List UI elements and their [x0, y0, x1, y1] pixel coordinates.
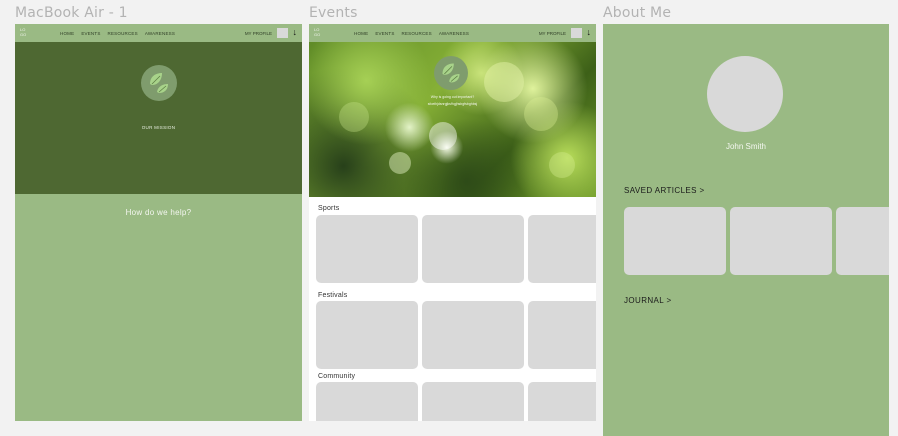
article-card[interactable]: [836, 207, 889, 275]
journal-link[interactable]: JOURNAL >: [624, 296, 672, 305]
nav-bar: LO GO HOME EVENTS RESOURCES AWARENESS MY…: [15, 24, 302, 42]
article-card[interactable]: [624, 207, 726, 275]
article-card[interactable]: [730, 207, 832, 275]
events-frame: LO GO HOME EVENTS RESOURCES AWARENESS MY…: [309, 24, 596, 421]
nav-links: HOME EVENTS RESOURCES AWARENESS: [354, 31, 469, 36]
event-card[interactable]: [528, 215, 596, 283]
nav-awareness[interactable]: AWARENESS: [439, 31, 469, 36]
logo[interactable]: LO GO: [314, 27, 324, 37]
logo[interactable]: LO GO: [20, 27, 30, 37]
my-profile-link[interactable]: MY PROFILE: [539, 31, 566, 36]
event-card[interactable]: [528, 382, 596, 421]
about-frame: John Smith SAVED ARTICLES > JOURNAL >: [603, 24, 889, 436]
nav-awareness[interactable]: AWARENESS: [145, 31, 175, 36]
nav-resources[interactable]: RESOURCES: [402, 31, 432, 36]
event-card[interactable]: [316, 215, 418, 283]
help-heading: How do we help?: [125, 208, 192, 217]
nav-home[interactable]: HOME: [354, 31, 368, 36]
down-arrow-icon[interactable]: ↓: [587, 27, 592, 37]
mission-hero: OUR MISSION: [15, 42, 302, 194]
nav-links: HOME EVENTS RESOURCES AWARENESS: [60, 31, 175, 36]
event-card[interactable]: [528, 301, 596, 369]
mission-label[interactable]: OUR MISSION: [15, 125, 302, 130]
profile-avatar[interactable]: [571, 28, 582, 38]
my-profile-link[interactable]: MY PROFILE: [245, 31, 272, 36]
event-card[interactable]: [422, 301, 524, 369]
leaf-logo-icon: [434, 56, 468, 90]
hero-body: sfoeihjdsnrgjksfhgjhsbgfsbghbsj: [427, 102, 478, 106]
nav-home[interactable]: HOME: [60, 31, 74, 36]
home-frame: LO GO HOME EVENTS RESOURCES AWARENESS MY…: [15, 24, 302, 421]
section-festivals: Festivals: [318, 292, 348, 299]
section-community: Community: [318, 373, 356, 380]
event-card[interactable]: [316, 301, 418, 369]
event-card[interactable]: [316, 382, 418, 421]
event-card[interactable]: [422, 215, 524, 283]
nav-events[interactable]: EVENTS: [81, 31, 100, 36]
events-hero-image: Why is going out important? sfoeihjdsnrg…: [309, 42, 596, 197]
down-arrow-icon[interactable]: ↓: [293, 27, 298, 37]
frame-title-events: Events: [309, 5, 358, 21]
profile-photo[interactable]: [707, 56, 783, 132]
nav-bar: LO GO HOME EVENTS RESOURCES AWARENESS MY…: [309, 24, 596, 42]
nav-resources[interactable]: RESOURCES: [108, 31, 138, 36]
saved-articles-link[interactable]: SAVED ARTICLES >: [624, 186, 705, 195]
event-card[interactable]: [422, 382, 524, 421]
frame-title-about: About Me: [603, 5, 672, 21]
frame-title-macbook: MacBook Air - 1: [15, 5, 128, 21]
profile-name: John Smith: [725, 142, 767, 151]
hero-question: Why is going out important?: [430, 95, 475, 99]
leaf-logo-icon: [141, 65, 177, 101]
section-sports: Sports: [318, 205, 340, 212]
nav-events[interactable]: EVENTS: [375, 31, 394, 36]
profile-avatar[interactable]: [277, 28, 288, 38]
